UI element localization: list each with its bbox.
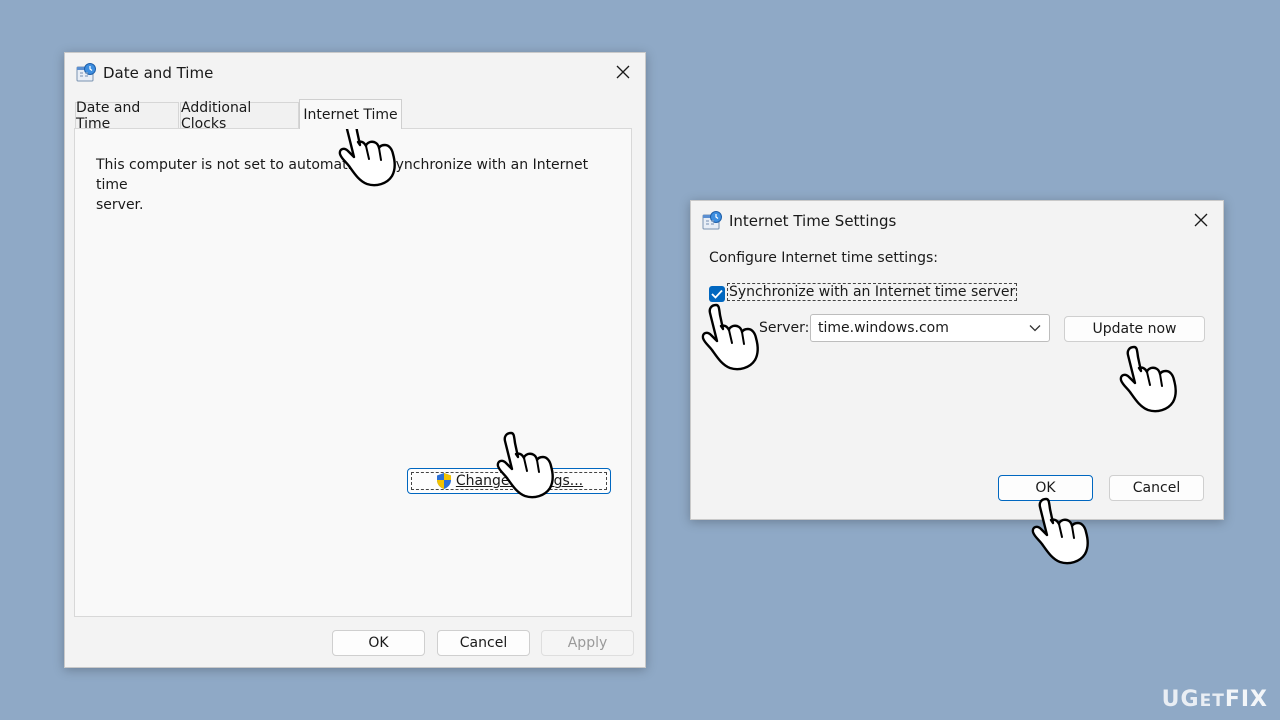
close-button[interactable] bbox=[1185, 205, 1217, 235]
close-button[interactable] bbox=[607, 57, 639, 87]
change-settings-button[interactable]: Change settings... bbox=[407, 468, 611, 494]
server-label: Server: bbox=[759, 320, 810, 336]
dialog-title: Internet Time Settings bbox=[729, 212, 897, 230]
title-bar: Internet Time Settings bbox=[691, 201, 1223, 241]
dialog-title: Date and Time bbox=[103, 64, 214, 82]
uac-shield-icon bbox=[436, 473, 451, 489]
cancel-button[interactable]: Cancel bbox=[1109, 475, 1204, 501]
watermark-logo: UGETFIX bbox=[1161, 687, 1268, 712]
clock-globe-icon bbox=[75, 62, 97, 84]
server-select[interactable]: time.windows.com bbox=[810, 314, 1050, 342]
date-and-time-dialog: Date and Time Date and Time Additional C… bbox=[64, 52, 646, 668]
apply-button: Apply bbox=[541, 630, 634, 656]
configure-label: Configure Internet time settings: bbox=[709, 250, 938, 266]
close-icon bbox=[615, 64, 631, 80]
cancel-button[interactable]: Cancel bbox=[437, 630, 530, 656]
title-bar: Date and Time bbox=[65, 53, 645, 93]
tab-internet-time[interactable]: Internet Time bbox=[299, 99, 402, 129]
close-icon bbox=[1193, 212, 1209, 228]
checkmark-icon bbox=[711, 289, 723, 299]
tab-date-and-time[interactable]: Date and Time bbox=[75, 100, 179, 132]
internet-time-settings-dialog: Internet Time Settings Configure Interne… bbox=[690, 200, 1224, 520]
sync-checkbox-label[interactable]: Synchronize with an Internet time server bbox=[726, 283, 1018, 301]
chevron-down-icon bbox=[1029, 325, 1041, 332]
server-value: time.windows.com bbox=[818, 320, 949, 336]
internet-time-pane: This computer is not set to automaticall… bbox=[74, 128, 632, 617]
clock-globe-icon bbox=[701, 210, 723, 232]
ok-button[interactable]: OK bbox=[332, 630, 425, 656]
sync-checkbox[interactable] bbox=[709, 286, 725, 302]
ok-button[interactable]: OK bbox=[998, 475, 1093, 501]
tab-additional-clocks[interactable]: Additional Clocks bbox=[180, 100, 299, 132]
update-now-button[interactable]: Update now bbox=[1064, 316, 1205, 342]
sync-status-message: This computer is not set to automaticall… bbox=[96, 157, 589, 213]
